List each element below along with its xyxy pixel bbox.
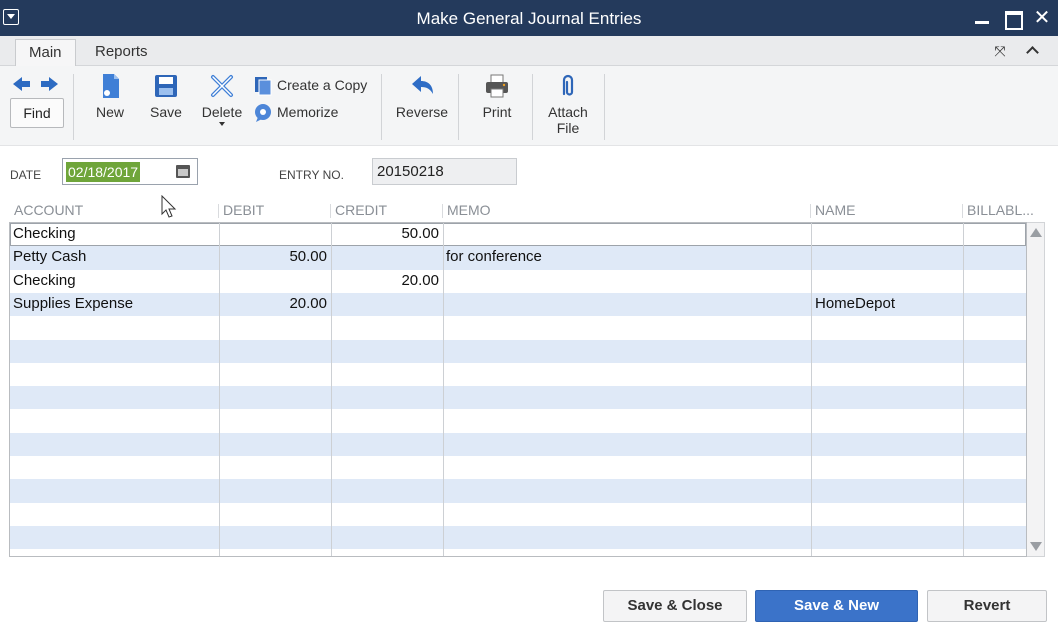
column-line bbox=[219, 223, 220, 556]
collapse-ribbon-icon[interactable] bbox=[1024, 41, 1042, 59]
toolbar-divider bbox=[73, 74, 74, 140]
column-header-billable[interactable]: BILLABL... bbox=[967, 202, 1034, 218]
delete-button[interactable]: Delete bbox=[198, 72, 246, 126]
ribbon-tabs: Main Reports ⤧ bbox=[0, 36, 1058, 67]
previous-arrow-icon[interactable] bbox=[13, 77, 31, 91]
column-divider bbox=[218, 204, 219, 218]
vertical-scrollbar[interactable] bbox=[1027, 222, 1045, 557]
credit-cell[interactable]: 50.00 bbox=[335, 225, 439, 242]
table-row[interactable] bbox=[10, 456, 1026, 479]
column-header-account[interactable]: ACCOUNT bbox=[14, 202, 83, 218]
column-line bbox=[963, 223, 964, 556]
column-divider bbox=[442, 204, 443, 218]
table-row[interactable] bbox=[10, 409, 1026, 432]
new-document-icon bbox=[103, 74, 119, 98]
find-button[interactable]: Find bbox=[10, 98, 64, 128]
debit-cell[interactable]: 50.00 bbox=[223, 248, 327, 265]
revert-button[interactable]: Revert bbox=[927, 590, 1047, 622]
attach-label-line2: File bbox=[556, 120, 580, 136]
tab-reports[interactable]: Reports bbox=[82, 39, 161, 67]
table-row[interactable] bbox=[10, 525, 1026, 550]
title-bar: Make General Journal Entries ✕ bbox=[0, 0, 1058, 36]
credit-cell[interactable]: 20.00 bbox=[335, 272, 439, 289]
print-button[interactable]: Print bbox=[475, 72, 519, 120]
column-line bbox=[443, 223, 444, 556]
mouse-cursor-icon bbox=[161, 195, 177, 218]
memo-cell[interactable]: for conference bbox=[446, 248, 542, 265]
next-arrow-icon[interactable] bbox=[40, 77, 58, 91]
calendar-icon[interactable] bbox=[176, 165, 190, 178]
entry-no-field[interactable]: 20150218 bbox=[372, 158, 517, 185]
print-label: Print bbox=[482, 104, 512, 120]
date-field[interactable]: 02/18/2017 bbox=[62, 158, 198, 185]
column-header-name[interactable]: NAME bbox=[815, 202, 855, 218]
memorize-icon bbox=[255, 104, 271, 123]
account-cell[interactable]: Checking bbox=[13, 225, 76, 242]
name-cell[interactable]: HomeDepot bbox=[815, 295, 895, 312]
date-value: 02/18/2017 bbox=[66, 162, 141, 182]
scroll-down-icon[interactable] bbox=[1030, 542, 1042, 551]
save-button[interactable]: Save bbox=[146, 72, 186, 120]
column-header-credit[interactable]: CREDIT bbox=[335, 202, 387, 218]
toolbar-divider bbox=[604, 74, 605, 140]
minimize-icon[interactable] bbox=[972, 8, 992, 28]
toolbar: Find New Save Delete Create a Copy Memor… bbox=[0, 66, 1058, 146]
attach-file-button[interactable]: Attach File bbox=[540, 72, 596, 136]
reverse-button[interactable]: Reverse bbox=[392, 72, 452, 120]
column-divider bbox=[962, 204, 963, 218]
scroll-up-icon[interactable] bbox=[1030, 228, 1042, 237]
create-copy-label: Create a Copy bbox=[277, 77, 368, 93]
column-header-debit[interactable]: DEBIT bbox=[223, 202, 264, 218]
column-line bbox=[811, 223, 812, 556]
maximize-icon[interactable] bbox=[1002, 8, 1023, 30]
attach-label-line1: Attach bbox=[548, 104, 588, 120]
account-cell[interactable]: Supplies Expense bbox=[13, 295, 133, 312]
new-button[interactable]: New bbox=[90, 72, 130, 120]
toolbar-divider bbox=[532, 74, 533, 140]
create-copy-button[interactable]: Create a Copy bbox=[253, 74, 367, 96]
tab-main[interactable]: Main bbox=[15, 39, 76, 67]
expand-icon[interactable]: ⤧ bbox=[992, 43, 1008, 59]
save-disk-icon bbox=[155, 75, 177, 97]
table-row[interactable] bbox=[10, 386, 1026, 410]
date-label: DATE bbox=[10, 168, 42, 182]
reverse-arrow-icon bbox=[412, 76, 433, 94]
save-label: Save bbox=[150, 104, 182, 120]
window-title: Make General Journal Entries bbox=[416, 9, 642, 28]
reverse-label: Reverse bbox=[395, 104, 449, 120]
toolbar-divider bbox=[381, 74, 382, 140]
table-row[interactable] bbox=[10, 270, 1026, 293]
new-label: New bbox=[95, 104, 124, 120]
journal-entry-grid: Checking 50.00 Petty Cash 50.00 for conf… bbox=[9, 222, 1027, 557]
column-line bbox=[331, 223, 332, 556]
table-row[interactable] bbox=[10, 363, 1026, 386]
account-cell[interactable]: Checking bbox=[13, 272, 76, 289]
column-header-memo[interactable]: MEMO bbox=[447, 202, 491, 218]
save-close-button[interactable]: Save & Close bbox=[603, 590, 747, 622]
debit-cell[interactable]: 20.00 bbox=[223, 295, 327, 312]
column-divider bbox=[330, 204, 331, 218]
paperclip-icon bbox=[562, 74, 574, 96]
printer-icon bbox=[486, 74, 508, 98]
close-icon[interactable]: ✕ bbox=[1032, 8, 1052, 28]
table-row[interactable] bbox=[10, 316, 1026, 339]
delete-label: Delete bbox=[201, 104, 243, 120]
toolbar-divider bbox=[458, 74, 459, 140]
table-row[interactable] bbox=[10, 432, 1026, 456]
memorize-label: Memorize bbox=[277, 104, 339, 120]
copy-icon bbox=[255, 77, 272, 96]
column-divider bbox=[810, 204, 811, 218]
table-row[interactable] bbox=[10, 479, 1026, 503]
table-row[interactable] bbox=[10, 223, 1026, 247]
chevron-down-icon[interactable] bbox=[219, 122, 225, 126]
save-new-button[interactable]: Save & New bbox=[755, 590, 918, 622]
table-row[interactable] bbox=[10, 339, 1026, 363]
memorize-button[interactable]: Memorize bbox=[253, 101, 338, 123]
account-cell[interactable]: Petty Cash bbox=[13, 248, 86, 265]
delete-x-icon bbox=[211, 75, 233, 97]
entry-no-label: ENTRY NO. bbox=[279, 168, 344, 182]
table-row[interactable] bbox=[10, 503, 1026, 526]
